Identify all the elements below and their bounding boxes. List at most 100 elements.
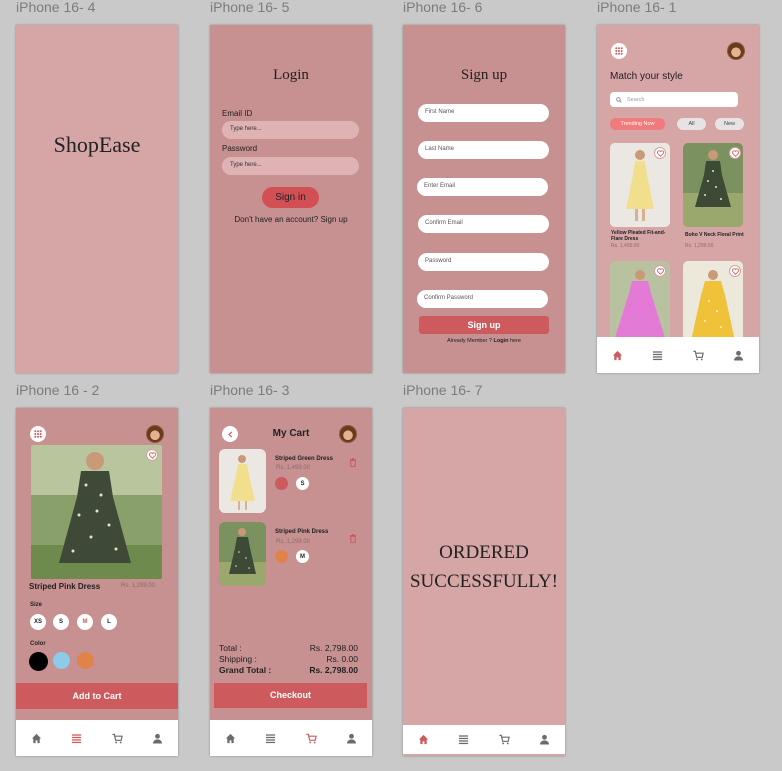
shipping-label: Shipping : (219, 654, 257, 664)
search-icon (616, 96, 622, 103)
heart-icon[interactable] (146, 449, 158, 461)
home-screen: Match your style Search Trending Now All… (597, 25, 759, 373)
password-field[interactable]: Password (418, 253, 549, 271)
signup-link[interactable]: Don't have an account? Sign up (210, 215, 372, 224)
home-icon[interactable] (418, 734, 429, 745)
frame-label: iPhone 16 - 2 (16, 382, 100, 398)
product-price: Rs. 1,299.00 (685, 243, 714, 249)
last-name-field[interactable]: Last Name (418, 141, 549, 159)
add-to-cart-button[interactable]: Add to Cart (16, 683, 178, 709)
frame-label: iPhone 16- 1 (597, 0, 677, 15)
login-prompt-suffix: here (508, 338, 521, 344)
color-swatch-black[interactable] (29, 652, 48, 671)
cart-icon[interactable] (693, 350, 704, 361)
user-icon[interactable] (152, 733, 163, 744)
list-icon[interactable] (458, 734, 469, 745)
cart-icon[interactable] (499, 734, 510, 745)
search-input[interactable]: Search (610, 92, 738, 107)
user-icon[interactable] (346, 733, 357, 744)
cart-item-price: Rs. 1,299.00 (276, 539, 311, 545)
cart-item-color (275, 477, 288, 490)
avatar[interactable] (146, 425, 164, 443)
heart-icon[interactable] (729, 147, 741, 159)
home-icon[interactable] (31, 733, 42, 744)
color-swatch-blue[interactable] (53, 652, 70, 669)
product-name: Yellow Pleated Fit-and-Flare Dress (611, 230, 666, 242)
heart-icon[interactable] (729, 265, 741, 277)
success-message: ORDERED SUCCESSFULLY! (403, 538, 565, 596)
product-price: Rs. 1,499.00 (611, 243, 640, 249)
cart-icon[interactable] (306, 733, 317, 744)
email-field[interactable]: Type here... (222, 121, 359, 139)
bottom-nav (16, 720, 178, 756)
product-hero-image (31, 445, 162, 579)
chip-new[interactable]: New (715, 118, 744, 130)
list-icon[interactable] (265, 733, 276, 744)
product-detail-screen: Striped Pink Dress Rs. 1,299.00 Size XS … (16, 408, 178, 756)
login-prompt-text: Already Member ? (447, 338, 494, 344)
avatar[interactable] (727, 42, 745, 60)
page-heading: Match your style (610, 71, 683, 82)
signup-button[interactable]: Sign up (419, 316, 549, 334)
checkout-button[interactable]: Checkout (214, 683, 367, 708)
signup-screen: Sign up First Name Last Name Enter Email… (403, 25, 565, 373)
grid-icon[interactable] (30, 426, 46, 442)
login-screen: Login Email ID Type here... Password Typ… (210, 25, 372, 373)
heart-icon[interactable] (654, 265, 666, 277)
avatar[interactable] (339, 425, 357, 443)
grand-total-value: Rs. 2,798.00 (309, 665, 358, 675)
chip-all[interactable]: All (677, 118, 706, 130)
size-option-l[interactable]: L (101, 614, 117, 630)
cart-item-size: S (296, 477, 309, 490)
list-icon[interactable] (71, 733, 82, 744)
page-title: Login (273, 67, 309, 83)
success-line-2: SUCCESSFULLY! (409, 571, 559, 592)
login-link[interactable]: Login (493, 338, 508, 344)
cart-item-color (275, 550, 288, 563)
grand-total-label: Grand Total : (219, 665, 272, 675)
brand-logo: ShopEase (53, 132, 141, 157)
order-success-screen: ORDERED SUCCESSFULLY! (403, 408, 565, 756)
user-icon[interactable] (539, 734, 550, 745)
list-icon[interactable] (652, 350, 663, 361)
trash-icon[interactable] (349, 458, 357, 467)
splash-screen: ShopEase (16, 25, 178, 373)
email-label: Email ID (222, 109, 253, 118)
frame-label: iPhone 16- 5 (210, 0, 290, 15)
size-option-m[interactable]: M (77, 614, 93, 630)
frame-label: iPhone 16- 4 (16, 0, 96, 15)
cart-screen: My Cart Striped Green Dress Rs. 1,499.00… (210, 408, 372, 756)
cart-item-name: Striped Pink Dress (275, 529, 329, 535)
password-field[interactable]: Type here... (222, 157, 359, 175)
email-field[interactable]: Enter Email (417, 178, 548, 196)
cart-item-price: Rs. 1,499.00 (276, 465, 311, 471)
home-icon[interactable] (225, 733, 236, 744)
size-option-s[interactable]: S (53, 614, 69, 630)
chip-trending[interactable]: Trending Now (610, 118, 665, 130)
cart-icon[interactable] (112, 733, 123, 744)
home-icon[interactable] (612, 350, 623, 361)
cart-item-name: Striped Green Dress (275, 456, 334, 462)
grid-icon[interactable] (611, 43, 627, 59)
frame-label: iPhone 16- 3 (210, 382, 290, 398)
total-label: Total : (219, 643, 242, 653)
product-name: Boho V Neck Floral Print (685, 232, 744, 238)
bottom-nav (597, 337, 759, 373)
bottom-nav (403, 725, 565, 754)
confirm-email-field[interactable]: Confirm Email (418, 215, 549, 233)
heart-icon[interactable] (654, 147, 666, 159)
size-option-xs[interactable]: XS (30, 614, 46, 630)
product-price: Rs. 1,299.00 (121, 583, 156, 589)
first-name-field[interactable]: First Name (418, 104, 549, 122)
signin-button[interactable]: Sign in (262, 187, 319, 208)
frame-label: iPhone 16- 7 (403, 382, 483, 398)
trash-icon[interactable] (349, 534, 357, 543)
shipping-value: Rs. 0.00 (326, 654, 358, 664)
user-icon[interactable] (733, 350, 744, 361)
cart-item-size: M (296, 550, 309, 563)
color-swatch-orange[interactable] (77, 652, 94, 669)
login-prompt: Already Member ? Login here (403, 338, 565, 344)
confirm-password-field[interactable]: Confirm Password (417, 290, 548, 308)
password-label: Password (222, 144, 258, 153)
search-placeholder: Search (627, 96, 645, 103)
